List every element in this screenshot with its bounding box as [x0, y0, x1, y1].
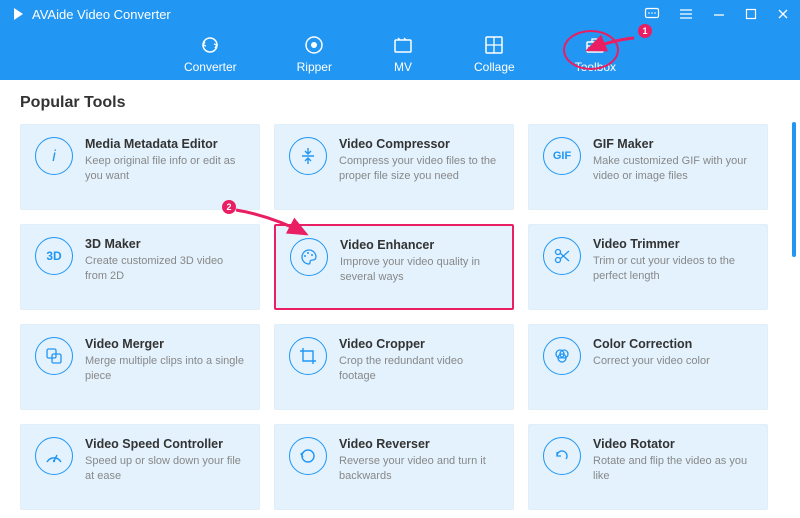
tool-desc: Create customized 3D video from 2D	[85, 254, 245, 284]
tool-title: Video Enhancer	[340, 238, 498, 252]
tool-title: Video Cropper	[339, 337, 499, 351]
tab-ripper-label: Ripper	[297, 60, 332, 74]
collage-icon	[483, 34, 505, 56]
tool-3d-maker[interactable]: 3D 3D Maker Create customized 3D video fr…	[20, 224, 260, 310]
window-controls	[644, 6, 790, 22]
tool-video-merger[interactable]: Video Merger Merge multiple clips into a …	[20, 324, 260, 410]
merge-icon	[35, 337, 73, 375]
speed-icon	[35, 437, 73, 475]
tab-converter-label: Converter	[184, 60, 237, 74]
tool-desc: Speed up or slow down your file at ease	[85, 454, 245, 484]
tool-title: 3D Maker	[85, 237, 245, 251]
nav-tabs: Converter Ripper MV Collage Toolbox	[0, 28, 800, 80]
app-title-area: AVAide Video Converter	[10, 6, 171, 22]
tool-desc: Keep original file info or edit as you w…	[85, 154, 245, 184]
tool-title: Video Rotator	[593, 437, 753, 451]
reverse-icon	[289, 437, 327, 475]
annotation-arrow-1	[582, 34, 638, 56]
tool-desc: Trim or cut your videos to the perfect l…	[593, 254, 753, 284]
mv-icon	[392, 34, 414, 56]
ripper-icon	[303, 34, 325, 56]
app-title: AVAide Video Converter	[32, 7, 171, 22]
scissors-icon	[543, 237, 581, 275]
tool-title: Video Reverser	[339, 437, 499, 451]
tool-desc: Rotate and flip the video as you like	[593, 454, 753, 484]
tab-collage[interactable]: Collage	[474, 34, 515, 74]
tool-color-correction[interactable]: Color Correction Correct your video color	[528, 324, 768, 410]
tool-title: Video Compressor	[339, 137, 499, 151]
tool-media-metadata-editor[interactable]: i Media Metadata Editor Keep original fil…	[20, 124, 260, 210]
crop-icon	[289, 337, 327, 375]
tool-desc: Merge multiple clips into a single piece	[85, 354, 245, 384]
tab-ripper[interactable]: Ripper	[297, 34, 332, 74]
tool-video-speed-controller[interactable]: Video Speed Controller Speed up or slow d…	[20, 424, 260, 510]
tab-mv-label: MV	[394, 60, 412, 74]
gif-icon: GIF	[543, 137, 581, 175]
header: AVAide Video Converter Converter Ripper …	[0, 0, 800, 80]
tab-mv[interactable]: MV	[392, 34, 414, 74]
svg-text:i: i	[52, 148, 56, 165]
title-bar: AVAide Video Converter	[0, 0, 800, 28]
tool-desc: Improve your video quality in several wa…	[340, 255, 498, 285]
tool-title: Video Trimmer	[593, 237, 753, 251]
tab-converter[interactable]: Converter	[184, 34, 237, 74]
menu-icon[interactable]	[678, 6, 694, 22]
close-icon[interactable]	[776, 7, 790, 21]
tab-collage-label: Collage	[474, 60, 515, 74]
tool-gif-maker[interactable]: GIF GIF Maker Make customized GIF with yo…	[528, 124, 768, 210]
tool-title: GIF Maker	[593, 137, 753, 151]
tool-desc: Reverse your video and turn it backwards	[339, 454, 499, 484]
3d-icon: 3D	[35, 237, 73, 275]
tool-video-cropper[interactable]: Video Cropper Crop the redundant video fo…	[274, 324, 514, 410]
tool-desc: Correct your video color	[593, 354, 753, 369]
annotation-badge-1: 1	[638, 24, 652, 38]
tool-title: Video Merger	[85, 337, 245, 351]
color-icon	[543, 337, 581, 375]
compress-icon	[289, 137, 327, 175]
rotate-icon	[543, 437, 581, 475]
converter-icon	[199, 34, 221, 56]
tools-grid: i Media Metadata Editor Keep original fil…	[20, 124, 780, 510]
feedback-icon[interactable]	[644, 6, 660, 22]
annotation-arrow-2	[232, 206, 312, 246]
tool-desc: Crop the redundant video footage	[339, 354, 499, 384]
info-icon: i	[35, 137, 73, 175]
tool-video-compressor[interactable]: Video Compressor Compress your video file…	[274, 124, 514, 210]
tool-desc: Compress your video files to the proper …	[339, 154, 499, 184]
tool-video-trimmer[interactable]: Video Trimmer Trim or cut your videos to …	[528, 224, 768, 310]
scrollbar[interactable]	[792, 122, 796, 257]
content-area: Popular Tools i Media Metadata Editor Kee…	[0, 80, 800, 518]
tool-video-rotator[interactable]: Video Rotator Rotate and flip the video a…	[528, 424, 768, 510]
tool-desc: Make customized GIF with your video or i…	[593, 154, 753, 184]
app-logo-icon	[10, 6, 26, 22]
tool-video-reverser[interactable]: Video Reverser Reverse your video and tur…	[274, 424, 514, 510]
tool-title: Media Metadata Editor	[85, 137, 245, 151]
section-title: Popular Tools	[20, 94, 780, 112]
tool-title: Video Speed Controller	[85, 437, 245, 451]
minimize-icon[interactable]	[712, 7, 726, 21]
tool-title: Color Correction	[593, 337, 753, 351]
maximize-icon[interactable]	[744, 7, 758, 21]
